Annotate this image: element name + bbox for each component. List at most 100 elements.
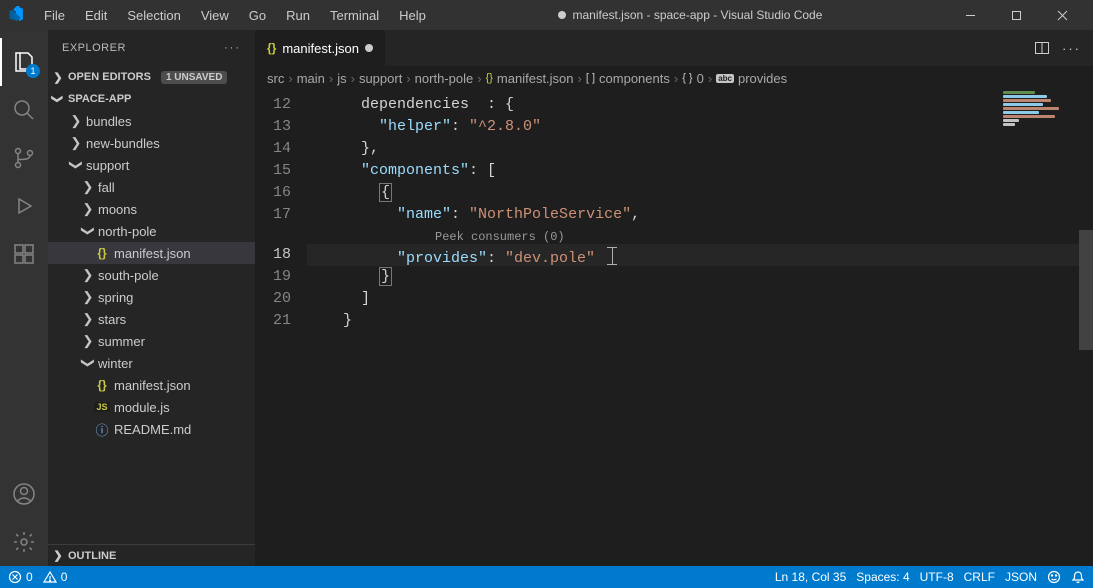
minimize-button[interactable]	[947, 0, 993, 30]
scrollbar-track[interactable]	[1079, 90, 1093, 566]
file-row[interactable]: {}manifest.json	[48, 242, 255, 264]
split-editor-icon[interactable]	[1034, 40, 1050, 56]
folder-row[interactable]: ❯spring	[48, 286, 255, 308]
tree-item-label: module.js	[114, 400, 170, 415]
code-line[interactable]: ]	[307, 288, 1093, 310]
status-feedback[interactable]	[1047, 570, 1061, 584]
extensions-icon	[12, 242, 36, 266]
code-line[interactable]: dependencies : {	[307, 94, 1093, 116]
activity-extensions[interactable]	[0, 230, 48, 278]
code-content[interactable]: dependencies : { "helper": "^2.8.0" }, "…	[307, 90, 1093, 566]
text-cursor-icon	[605, 247, 619, 265]
folder-row[interactable]: ❯moons	[48, 198, 255, 220]
folder-row[interactable]: ❯ summer	[48, 330, 255, 352]
menu-view[interactable]: View	[193, 4, 237, 27]
code-line[interactable]: {	[307, 182, 1093, 204]
breadcrumb-segment[interactable]: components	[599, 71, 670, 86]
breadcrumb-separator-icon: ›	[329, 71, 333, 86]
tree-item-label: support	[86, 158, 129, 173]
breadcrumb-segment[interactable]: manifest.json	[497, 71, 574, 86]
breadcrumb-segment[interactable]: src	[267, 71, 284, 86]
explorer-title: EXPLORER	[62, 42, 126, 54]
account-icon	[12, 482, 36, 506]
codelens[interactable]: Peek consumers (0)	[307, 226, 1093, 244]
folder-row[interactable]: ❯stars	[48, 308, 255, 330]
activity-search[interactable]	[0, 86, 48, 134]
status-eol[interactable]: CRLF	[964, 570, 995, 584]
menu-go[interactable]: Go	[241, 4, 274, 27]
status-spaces[interactable]: Spaces: 4	[856, 570, 909, 584]
close-button[interactable]	[1039, 0, 1085, 30]
folder-row[interactable]: ❯south-pole	[48, 264, 255, 286]
search-icon	[12, 98, 36, 122]
menu-help[interactable]: Help	[391, 4, 434, 27]
tree-item-label: bundles	[86, 114, 132, 129]
chevron-right-icon: ❯	[82, 335, 94, 347]
status-notifications[interactable]	[1071, 570, 1085, 584]
breadcrumb-segment[interactable]: support	[359, 71, 402, 86]
folder-row[interactable]: ❯bundles	[48, 110, 255, 132]
folder-row[interactable]: ❯ support	[48, 154, 255, 176]
menu-run[interactable]: Run	[278, 4, 318, 27]
code-line[interactable]: },	[307, 138, 1093, 160]
more-actions-icon[interactable]: ···	[1062, 41, 1081, 56]
activity-explorer[interactable]: 1	[0, 38, 48, 86]
code-line[interactable]: "helper": "^2.8.0"	[307, 116, 1093, 138]
status-encoding[interactable]: UTF-8	[920, 570, 954, 584]
scrollbar-thumb[interactable]	[1079, 230, 1093, 350]
status-position[interactable]: Ln 18, Col 35	[775, 570, 846, 584]
open-editors-label: OPEN EDITORS	[68, 71, 151, 83]
chevron-down-icon: ❯	[70, 159, 82, 171]
status-warnings[interactable]: 0	[43, 570, 68, 584]
activity-account[interactable]	[0, 470, 48, 518]
activity-settings[interactable]	[0, 518, 48, 566]
tree-item-label: moons	[98, 202, 137, 217]
chevron-down-icon: ❯	[82, 357, 94, 369]
menu-edit[interactable]: Edit	[77, 4, 115, 27]
outline-header[interactable]: ❯ OUTLINE	[48, 544, 255, 566]
more-icon[interactable]: ···	[224, 42, 241, 54]
folder-row[interactable]: ❯ winter	[48, 352, 255, 374]
breadcrumbs[interactable]: src›main›js›support›north-pole›{} manife…	[255, 66, 1093, 90]
breadcrumb-type-icon: [ ]	[586, 72, 595, 84]
code-editor[interactable]: 12131415161718192021 dependencies : { "h…	[255, 90, 1093, 566]
folder-row[interactable]: ❯north-pole	[48, 220, 255, 242]
folder-row[interactable]: ❯fall	[48, 176, 255, 198]
code-line[interactable]: }	[307, 310, 1093, 332]
breadcrumb-type-icon: { }	[682, 72, 692, 84]
file-row[interactable]: {}manifest.json	[48, 374, 255, 396]
maximize-button[interactable]	[993, 0, 1039, 30]
chevron-down-icon: ❯	[82, 225, 94, 237]
file-row[interactable]: ⓘREADME.md	[48, 418, 255, 440]
activity-debug[interactable]	[0, 182, 48, 230]
status-language[interactable]: JSON	[1005, 570, 1037, 584]
menu-file[interactable]: File	[36, 4, 73, 27]
tree-item-label: manifest.json	[114, 378, 191, 393]
info-file-icon: ⓘ	[94, 420, 110, 439]
folder-row[interactable]: ❯new-bundles	[48, 132, 255, 154]
explorer-header: EXPLORER ···	[48, 30, 255, 66]
breadcrumb-segment[interactable]: 0	[697, 71, 704, 86]
unsaved-dot-icon	[558, 11, 566, 19]
breadcrumb-segment[interactable]: main	[297, 71, 325, 86]
open-editors-header[interactable]: ❯ OPEN EDITORS 1 UNSAVED	[48, 66, 255, 88]
breadcrumb-segment[interactable]: provides	[738, 71, 787, 86]
chevron-right-icon: ❯	[52, 550, 64, 562]
tree-item-label: summer	[98, 334, 145, 349]
menu-terminal[interactable]: Terminal	[322, 4, 387, 27]
tree-item-label: winter	[98, 356, 133, 371]
code-line[interactable]: "components": [	[307, 160, 1093, 182]
warning-triangle-icon	[43, 570, 57, 584]
status-errors[interactable]: 0	[8, 570, 33, 584]
breadcrumb-segment[interactable]: north-pole	[415, 71, 474, 86]
code-line[interactable]: }	[307, 266, 1093, 288]
file-row[interactable]: JSmodule.js	[48, 396, 255, 418]
tab-manifest-json[interactable]: {} manifest.json	[255, 30, 386, 66]
breadcrumb-segment[interactable]: js	[337, 71, 346, 86]
folder-root-header[interactable]: ❯ SPACE-APP	[48, 88, 255, 110]
menu-selection[interactable]: Selection	[119, 4, 188, 27]
activity-scm[interactable]	[0, 134, 48, 182]
code-line[interactable]: "provides": "dev.pole"	[307, 244, 1093, 266]
minimap[interactable]	[999, 90, 1079, 150]
code-line[interactable]: "name": "NorthPoleService",	[307, 204, 1093, 226]
